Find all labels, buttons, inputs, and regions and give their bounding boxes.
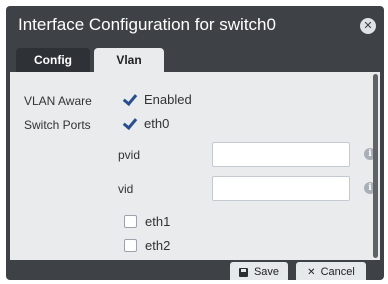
vlan-aware-option: Enabled [124, 92, 192, 107]
cancel-button[interactable]: ✕ Cancel [296, 262, 366, 280]
eth1-label: eth1 [145, 214, 171, 229]
pvid-label: pvid [118, 148, 141, 162]
save-button[interactable]: Save [230, 262, 288, 280]
save-icon [238, 267, 248, 277]
vid-label: vid [118, 182, 134, 196]
cancel-button-label: Cancel [320, 266, 355, 278]
interface-config-dialog: Interface Configuration for switch0 ✕ Co… [6, 6, 384, 280]
vlan-aware-option-label: Enabled [144, 92, 192, 107]
eth2-label: eth2 [145, 238, 171, 253]
tab-config[interactable]: Config [16, 48, 90, 72]
eth2-checkbox[interactable] [124, 239, 137, 252]
close-icon[interactable]: ✕ [360, 18, 376, 34]
tab-vlan[interactable]: Vlan [94, 48, 164, 74]
eth0-label: eth0 [144, 116, 170, 131]
vlan-tab-content: VLAN Aware Enabled Switch Ports eth0 pvi… [10, 72, 380, 260]
dialog-title: Interface Configuration for switch0 [18, 15, 276, 34]
pvid-input[interactable] [212, 142, 350, 167]
dialog-footer: Save ✕ Cancel [6, 260, 384, 280]
dialog-title-bar: Interface Configuration for switch0 ✕ [6, 6, 384, 46]
switch-ports-label: Switch Ports [24, 118, 91, 132]
save-button-label: Save [253, 266, 280, 278]
port-eth1: eth1 [124, 214, 170, 229]
vid-input[interactable] [212, 176, 350, 201]
eth1-checkbox[interactable] [124, 215, 137, 228]
vlan-aware-checkbox[interactable] [124, 94, 136, 106]
content-scrollbar[interactable] [373, 74, 378, 258]
close-icon: ✕ [307, 266, 316, 278]
eth0-checkbox[interactable] [124, 118, 136, 130]
vlan-aware-label: VLAN Aware [24, 94, 92, 108]
port-eth0: eth0 [124, 116, 169, 131]
port-eth2: eth2 [124, 238, 170, 253]
